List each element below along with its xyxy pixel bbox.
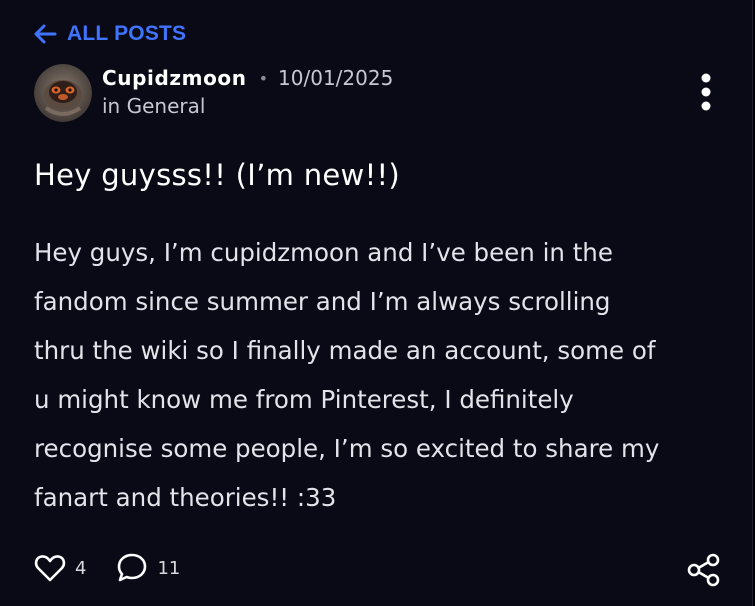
share-button[interactable] <box>686 552 722 588</box>
author-name[interactable]: Cupidzmoon <box>102 66 247 90</box>
like-button[interactable]: 4 <box>34 553 86 583</box>
post-body-line: fandom since summer and I’m always scrol… <box>34 287 611 316</box>
like-count: 4 <box>75 557 87 579</box>
more-options-button[interactable] <box>694 72 718 112</box>
author-line: Cupidzmoon • 10/01/2025 <box>102 66 393 90</box>
all-posts-label: ALL POSTS <box>67 22 187 45</box>
post-body-line: fanart and theories!! :33 <box>34 483 337 512</box>
comment-count: 11 <box>157 557 181 579</box>
post-body: Hey guys, I’m cupidzmoon and I’ve been i… <box>34 228 734 522</box>
post-actions: 4 11 <box>34 552 180 584</box>
post-title: Hey guysss!! (I’m new!!) <box>34 158 401 192</box>
post-body-line: Hey guys, I’m cupidzmoon and I’ve been i… <box>34 238 613 267</box>
post-category[interactable]: in General <box>102 94 205 118</box>
post-body-line: u might know me from Pinterest, I defini… <box>34 385 574 414</box>
avatar[interactable] <box>34 64 92 122</box>
post-body-line: recognise some people, I’m so excited to… <box>34 434 660 463</box>
post-date: 10/01/2025 <box>278 66 394 90</box>
more-vertical-icon <box>701 73 711 111</box>
share-icon <box>687 553 720 587</box>
comment-icon <box>118 553 147 582</box>
all-posts-link[interactable]: ALL POSTS <box>33 22 186 46</box>
avatar-image <box>34 64 92 122</box>
heart-icon <box>34 555 66 582</box>
post-body-line: thru the wiki so I finally made an accou… <box>34 336 656 365</box>
post-card: ALL POSTS Cupidzmoon • 10/01/2025 in Gen… <box>0 0 753 606</box>
arrow-left-icon <box>34 24 57 44</box>
separator-dot: • <box>258 68 269 88</box>
comment-button[interactable]: 11 <box>116 552 180 584</box>
